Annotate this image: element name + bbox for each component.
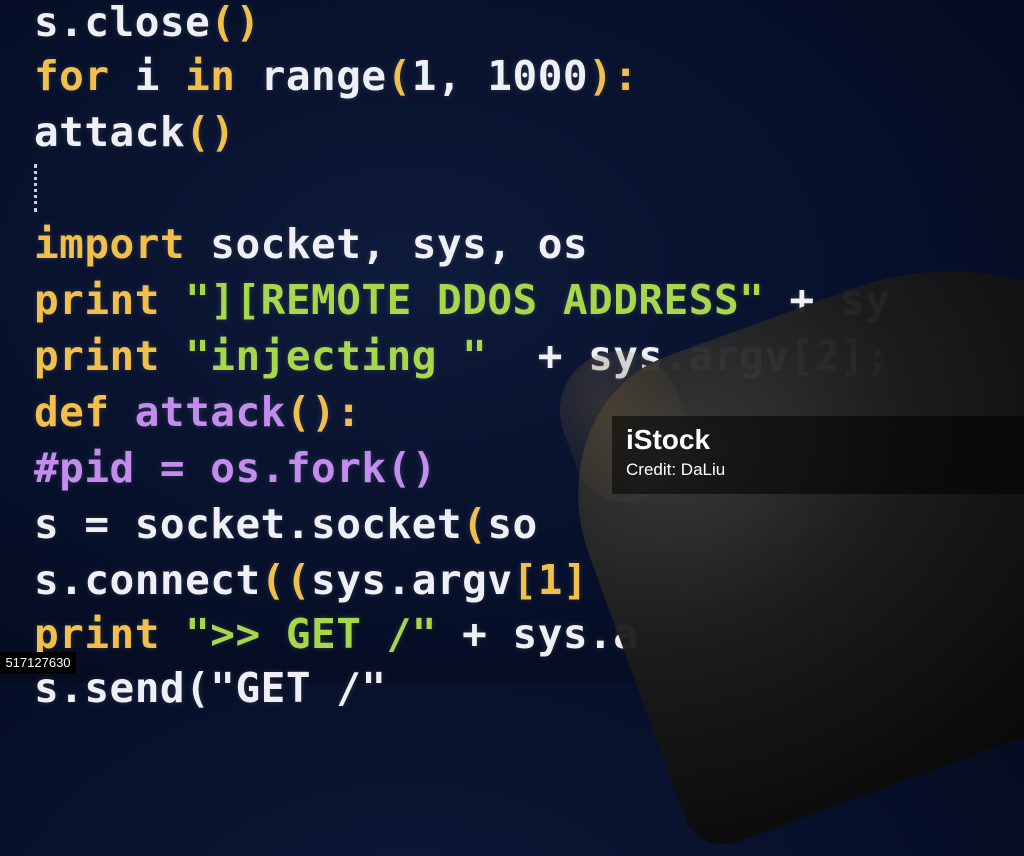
code-line: #pid = os.fork() [34, 440, 437, 496]
code-token: s = socket.socket [34, 500, 463, 548]
stock-id-label: 517127630 [0, 652, 76, 674]
code-line: attack() [34, 104, 235, 160]
code-token: s.close [34, 0, 211, 46]
code-token: import [34, 220, 211, 268]
code-token: + sys.a [436, 610, 639, 658]
code-token: ): [588, 52, 639, 100]
code-token: def [34, 388, 135, 436]
code-token: in [185, 52, 261, 100]
text-cursor [34, 164, 40, 212]
code-token: ( [386, 52, 412, 100]
code-token: range [260, 52, 387, 100]
code-token: print [34, 332, 186, 380]
code-line: print ">> GET /" + sys.a [34, 606, 638, 662]
code-token: s.send("GET /" [34, 664, 387, 712]
code-line: for i in range(1, 1000): [34, 48, 638, 104]
code-token: print [34, 276, 186, 324]
code-line: s.close() [34, 0, 261, 50]
watermark-banner: iStock Credit: DaLiu [612, 416, 1024, 494]
code-token: [1] [512, 556, 589, 604]
code-token: "injecting " [185, 332, 488, 380]
code-token: () [210, 0, 261, 46]
code-token: ( [462, 500, 488, 548]
code-line: s.connect((sys.argv[1] [34, 552, 588, 608]
code-token: socket, sys, os [210, 220, 589, 268]
code-token: (): [285, 388, 362, 436]
watermark-credit: Credit: DaLiu [626, 460, 726, 479]
code-token: for [34, 52, 135, 100]
code-token: (( [260, 556, 312, 604]
code-line: print "][REMOTE DDOS ADDRESS" + sy [34, 272, 890, 328]
code-token: #pid = os.fork() [34, 444, 437, 492]
code-token: 1, 1000 [411, 52, 589, 100]
code-token: attack [134, 388, 286, 436]
code-token: attack [34, 108, 186, 156]
code-token: print [34, 610, 186, 658]
code-line: def attack(): [34, 384, 361, 440]
code-line: import socket, sys, os [34, 216, 588, 272]
code-token: sys.argv [311, 556, 513, 604]
code-token: "][REMOTE DDOS ADDRESS" [185, 276, 765, 324]
code-token: s.connect [34, 556, 261, 604]
code-token: () [185, 108, 236, 156]
watermark-logo: iStock [626, 424, 711, 455]
code-token: ">> GET /" [185, 610, 437, 658]
code-line: s = socket.socket(so [34, 496, 538, 552]
code-line: s.send("GET /" [34, 660, 387, 716]
code-token: i [134, 52, 186, 100]
code-token: so [487, 500, 538, 548]
